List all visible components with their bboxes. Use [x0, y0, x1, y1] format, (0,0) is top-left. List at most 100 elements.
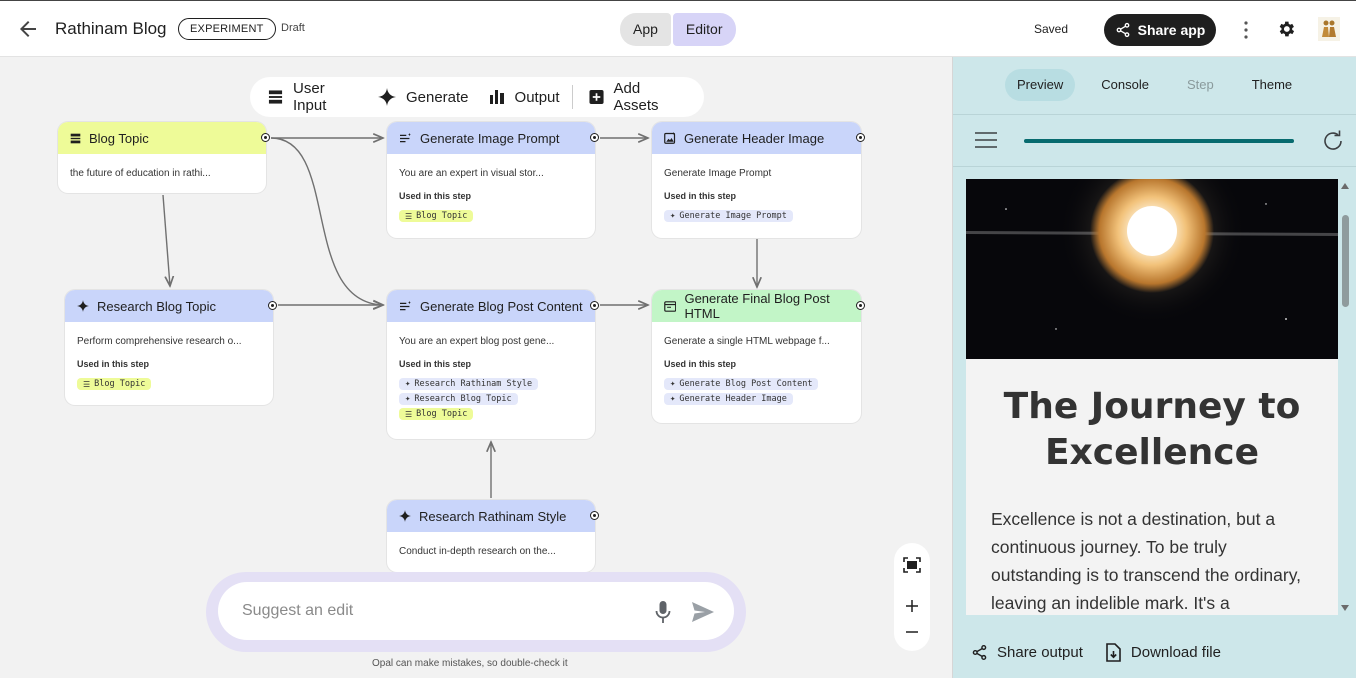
tab-step[interactable]: Step [1175, 69, 1226, 101]
dependency-chip: ☰ Blog Topic [77, 378, 152, 390]
output-tool[interactable]: Output [489, 89, 560, 106]
output-port[interactable] [590, 133, 599, 142]
editor-mode-button[interactable]: Editor [672, 13, 736, 46]
node-title: Generate Image Prompt [420, 130, 560, 146]
share-app-button[interactable]: Share app [1104, 14, 1216, 46]
add-assets-tool[interactable]: Add Assets [588, 80, 685, 114]
node-header: Research Blog Topic [65, 290, 273, 322]
webpage-output-icon [664, 300, 677, 312]
menu-icon[interactable] [974, 131, 998, 149]
sparkle-icon [77, 300, 89, 312]
dependency-chip: ☰ Blog Topic [399, 210, 474, 222]
download-file-button[interactable]: Download file [1105, 643, 1221, 662]
sparkle-icon [377, 88, 396, 106]
user-avatar[interactable] [1318, 17, 1340, 41]
scroll-down-icon[interactable] [1341, 605, 1349, 611]
chip-label: Generate Blog Post Content [679, 379, 813, 389]
output-chart-icon [489, 90, 504, 104]
share-output-button[interactable]: Share output [971, 643, 1083, 662]
send-icon[interactable] [691, 601, 715, 623]
node-title: Research Blog Topic [97, 298, 216, 314]
text-generate-icon [400, 300, 411, 310]
node-generate-header-image[interactable]: Generate Header Image Generate Image Pro… [652, 122, 865, 238]
node-header: Blog Topic [58, 122, 266, 154]
node-generate-final-blog-post-html[interactable]: Generate Final Blog Post HTML Generate a… [652, 290, 865, 423]
preview-scrollbar[interactable] [1338, 179, 1352, 615]
node-toolbar: User Input Generate Output Add Assets [250, 77, 704, 117]
app-mode-button[interactable]: App [620, 13, 671, 46]
dependency-chip: ☰ Blog Topic [399, 408, 474, 420]
node-research-blog-topic[interactable]: Research Blog Topic Perform comprehensiv… [65, 290, 277, 405]
flow-canvas[interactable]: User Input Generate Output Add Assets Bl… [0, 57, 952, 678]
used-in-step-label: Used in this step [664, 359, 737, 369]
settings-gear-icon[interactable] [1276, 19, 1296, 39]
microphone-icon[interactable] [654, 600, 672, 624]
share-icon [1116, 22, 1130, 38]
disclaimer-text: Opal can make mistakes, so double-check … [372, 658, 568, 669]
scrollbar-thumb[interactable] [1342, 215, 1349, 307]
zoom-in-icon[interactable] [906, 600, 918, 612]
draft-status: Draft [281, 22, 305, 34]
node-description: You are an expert in visual stor... [399, 168, 544, 179]
blog-post-text: Excellence is not a destination, but a c… [991, 509, 1302, 613]
node-generate-blog-post-content[interactable]: Generate Blog Post Content You are an ex… [387, 290, 599, 439]
sparkle-icon [399, 510, 411, 522]
experiment-badge: EXPERIMENT [178, 18, 276, 40]
toolbar-divider [571, 85, 573, 109]
rerun-icon[interactable] [1321, 127, 1345, 153]
node-title: Generate Blog Post Content [420, 298, 583, 314]
dependency-chip: ✦ Generate Blog Post Content [664, 378, 819, 390]
tab-console[interactable]: Console [1089, 69, 1161, 101]
chip-label: Research Blog Topic [414, 394, 512, 404]
more-options-icon[interactable] [1238, 19, 1254, 41]
share-icon [972, 644, 987, 661]
node-header: Generate Header Image [652, 122, 861, 154]
dependency-chip: ✦ Generate Header Image [664, 393, 793, 405]
mode-switch: App Editor [620, 13, 736, 46]
fit-to-screen-icon[interactable] [903, 557, 921, 573]
node-generate-image-prompt[interactable]: Generate Image Prompt You are an expert … [387, 122, 599, 238]
user-input-tool[interactable]: User Input [268, 80, 358, 114]
output-port[interactable] [856, 301, 865, 310]
node-header: Generate Final Blog Post HTML [652, 290, 861, 322]
output-port[interactable] [268, 301, 277, 310]
output-port[interactable] [261, 133, 270, 142]
suggest-edit-input[interactable] [242, 598, 622, 624]
run-progress-bar [1024, 139, 1294, 143]
tab-theme[interactable]: Theme [1240, 69, 1304, 101]
node-header: Generate Image Prompt [387, 122, 595, 154]
blog-post-title: The Journey to Excellence [1003, 386, 1301, 473]
scroll-up-icon[interactable] [1341, 183, 1349, 189]
generate-tool[interactable]: Generate [377, 88, 469, 106]
used-in-step-label: Used in this step [664, 191, 737, 201]
chip-label: Generate Header Image [679, 394, 787, 404]
node-research-rathinam-style[interactable]: Research Rathinam Style Conduct in-depth… [387, 500, 599, 572]
chip-label: Blog Topic [416, 211, 468, 221]
output-port[interactable] [856, 133, 865, 142]
share-app-label: Share app [1137, 22, 1206, 38]
used-in-step-label: Used in this step [399, 191, 472, 201]
text-generate-icon [400, 132, 411, 142]
node-description: Perform comprehensive research o... [77, 336, 242, 347]
node-blog-topic[interactable]: Blog Topic the future of education in ra… [58, 122, 270, 193]
zoom-out-icon[interactable] [906, 631, 918, 633]
user-input-tool-label: User Input [293, 80, 327, 114]
output-port[interactable] [590, 511, 599, 520]
preview-content[interactable]: The Journey to Excellence Excellence is … [966, 179, 1338, 615]
node-header: Generate Blog Post Content [387, 290, 595, 322]
node-title: Generate Header Image [684, 130, 825, 146]
dependency-chip: ✦ Research Blog Topic [399, 393, 518, 405]
output-tool-label: Output [514, 88, 560, 106]
node-title: Blog Topic [89, 130, 149, 146]
add-box-icon [588, 89, 604, 105]
saved-status: Saved [1034, 22, 1069, 36]
chip-label: Research Rathinam Style [414, 379, 533, 389]
node-description: Generate a single HTML webpage f... [664, 336, 830, 347]
suggest-edit-box [218, 582, 734, 640]
progress-fill [1024, 139, 1294, 143]
download-file-label: Download file [1130, 644, 1221, 661]
tab-preview[interactable]: Preview [1005, 69, 1076, 101]
output-port[interactable] [590, 301, 599, 310]
node-header: Research Rathinam Style [387, 500, 595, 532]
back-arrow-icon[interactable] [16, 17, 40, 41]
